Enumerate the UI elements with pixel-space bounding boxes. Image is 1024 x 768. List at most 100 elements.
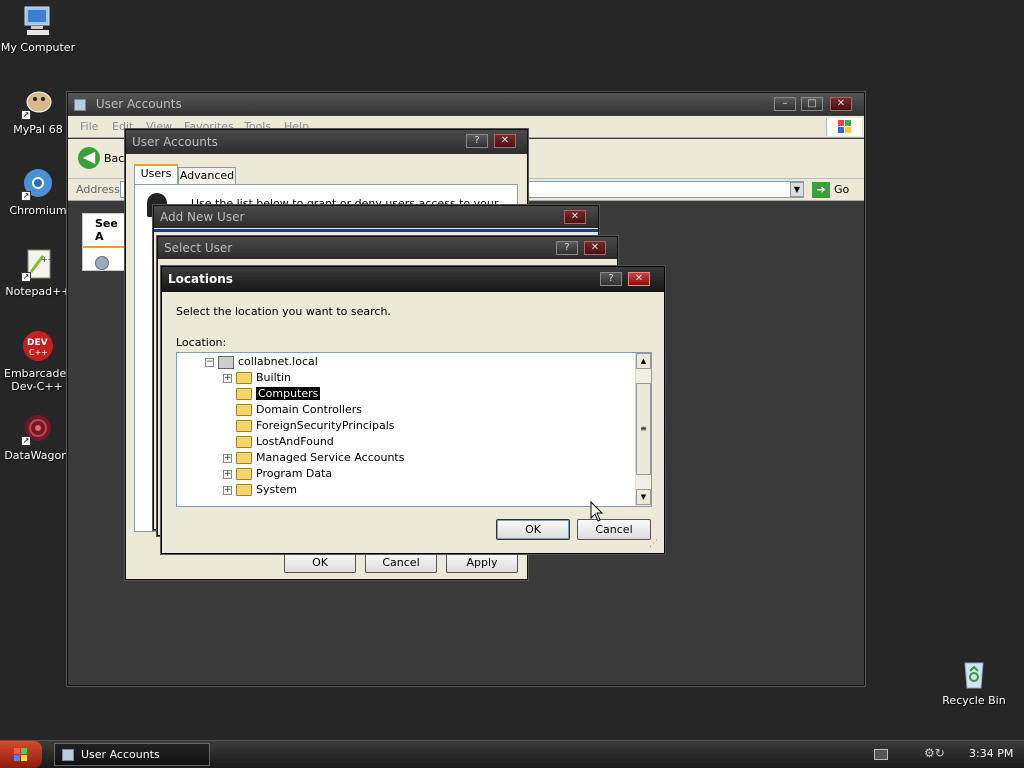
resize-grip-icon[interactable]: ⋰ [649,539,661,551]
datawagon-icon: ↗ [21,412,55,446]
address-label: Address [76,183,120,196]
desktop-icon-notepadpp[interactable]: ++ ↗ Notepad++ [0,248,76,298]
tree-item[interactable]: LostAndFound [223,434,334,450]
dialog-title: Add New User [160,210,245,224]
folder-icon [236,436,252,448]
tree-item-label: System [256,483,298,496]
desktop-icon-label: My Computer [0,41,76,54]
expand-icon[interactable]: + [223,485,232,495]
go-arrow-icon[interactable]: ➜ [812,182,830,198]
scroll-up-button[interactable]: ▲ [636,353,651,369]
expand-icon[interactable]: + [223,373,232,383]
tree-item[interactable]: Computers [223,386,321,402]
desktop-icon-label: MyPal 68 [13,123,63,136]
tree-item-label: ForeignSecurityPrincipals [256,419,395,432]
add-new-user-titlebar[interactable]: Add New User ✕ [154,206,598,228]
maximize-button[interactable]: □ [801,97,823,111]
cancel-button[interactable]: Cancel [577,519,651,540]
tree-item-label: Computers [256,387,321,400]
tree-item[interactable]: + Program Data [223,466,332,482]
taskbar-item-label: User Accounts [81,748,160,761]
dialog-title: User Accounts [132,135,218,149]
tree-item-label: Managed Service Accounts [256,451,405,464]
desktop-icon-label: Chromium [9,204,67,217]
tree-root-label: collabnet.local [238,355,318,368]
scroll-thumb[interactable]: ≡ [636,383,651,475]
folder-icon [236,484,252,496]
close-button[interactable]: ✕ [830,97,852,111]
folder-icon [236,452,252,464]
close-button[interactable]: ✕ [494,134,516,148]
windows-flag-icon [14,748,27,761]
desktop-icon-devcpp[interactable]: DEV C++ Embarcadero Dev-C++ [0,330,76,393]
minimize-button[interactable]: – [774,97,796,111]
close-button[interactable]: ✕ [584,241,606,255]
desktop-icon-label: Recycle Bin [942,694,1006,707]
menu-file[interactable]: File [80,120,98,133]
tree-item[interactable]: + Managed Service Accounts [223,450,404,466]
collapse-icon[interactable]: − [205,357,214,367]
ok-button[interactable]: OK [496,519,570,540]
desktop-icon-recycle-bin[interactable]: Recycle Bin [936,657,1012,707]
address-dropdown-button[interactable]: ▼ [790,182,804,197]
expand-icon[interactable]: + [223,453,232,463]
close-button[interactable]: ✕ [628,272,650,286]
desktop-icon-label: Notepad++ [5,285,71,298]
tree-item[interactable]: ForeignSecurityPrincipals [223,418,395,434]
tree-item[interactable]: + Builtin [223,370,291,386]
folder-icon [236,468,252,480]
explorer-titlebar[interactable]: User Accounts – □ ✕ [68,93,864,115]
see-also-heading: See A [83,214,131,248]
taskbar-item-user-accounts[interactable]: User Accounts [54,743,210,766]
wizard-banner [154,229,598,232]
mypal-icon: ↗ [21,86,55,120]
svg-text:C++: C++ [29,348,48,357]
window-icon [62,749,74,761]
select-user-titlebar[interactable]: Select User ? ✕ [158,237,617,259]
locations-titlebar[interactable]: Locations ? ✕ [162,267,664,292]
desktop-icon-mypal[interactable]: ↗ MyPal 68 [0,86,76,136]
scroll-down-button[interactable]: ▼ [636,489,651,505]
instruction-text: Select the location you want to search. [176,305,391,318]
start-button[interactable] [0,741,42,768]
go-label[interactable]: Go [834,183,849,196]
desktop-icon-chromium[interactable]: ↗ Chromium [0,167,76,217]
tree-item[interactable]: + System [223,482,297,498]
recycle-bin-icon [957,657,991,691]
tree-item[interactable]: Domain Controllers [223,402,362,418]
clock: 3:34 PM [969,747,1014,760]
chromium-icon: ↗ [21,167,55,201]
taskbar: User Accounts ⚙↻ 3:34 PM [0,740,1024,768]
tree-scrollbar[interactable]: ▲ ≡ ▼ [635,353,651,506]
user-accounts-titlebar[interactable]: User Accounts ? ✕ [126,130,527,154]
apply-button[interactable]: Apply [446,552,518,573]
gear-icon [95,256,109,270]
svg-text:DEV: DEV [27,338,48,348]
close-button[interactable]: ✕ [564,210,586,224]
devcpp-icon: DEV C++ [21,330,55,364]
help-button[interactable]: ? [466,134,488,148]
help-button[interactable]: ? [556,241,578,255]
network-icon[interactable]: ⚙↻ [924,746,956,762]
folder-icon [236,404,252,416]
tree-root[interactable]: − collabnet.local [205,354,318,370]
desktop-icon-datawagon[interactable]: ↗ DataWagon. [0,412,76,462]
cancel-button[interactable]: Cancel [365,552,437,573]
folder-icon [236,420,252,432]
expand-icon[interactable]: + [223,469,232,479]
tree-item-label: LostAndFound [256,435,334,448]
keyboard-icon[interactable] [874,749,888,760]
back-arrow-icon[interactable]: ◀ [78,147,100,169]
desktop-icon-label: DataWagon. [4,449,72,462]
location-tree[interactable]: − collabnet.local + Builtin Computers Domain… [176,352,652,507]
ok-button[interactable]: OK [284,552,356,573]
tree-item-label: Builtin [256,371,291,384]
window-icon [74,98,86,111]
tab-users[interactable]: Users [134,164,178,184]
tree-item-label: Domain Controllers [256,403,363,416]
help-button[interactable]: ? [600,272,622,286]
tab-advanced[interactable]: Advanced [178,167,236,184]
desktop-icon-my-computer[interactable]: My Computer [0,4,76,54]
domain-icon [218,355,234,369]
folder-icon [236,388,252,400]
